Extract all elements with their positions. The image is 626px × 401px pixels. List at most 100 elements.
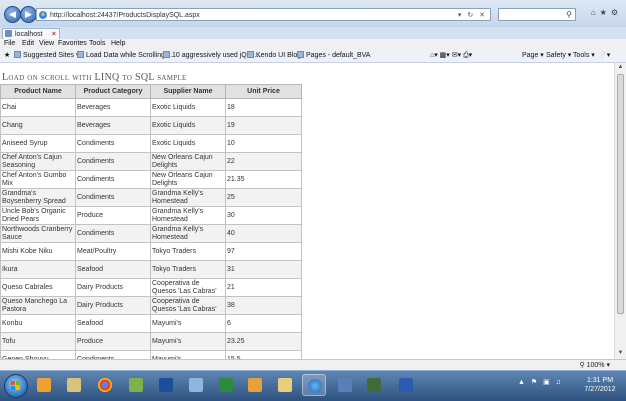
paint-icon[interactable] [62, 374, 86, 396]
cell-product-category: Dairy Products [75, 296, 151, 315]
menu-file[interactable]: File [4, 39, 15, 49]
visual-studio-icon[interactable] [154, 374, 178, 396]
cell-product-name: Chai [0, 98, 76, 117]
page-icon [5, 30, 12, 37]
scroll-up-icon[interactable]: ▲ [617, 64, 624, 72]
cell-unit-price: 31 [225, 260, 302, 279]
table-row: Tofu Produce Mayumi's 23.25 [0, 332, 302, 351]
menu-view[interactable]: View [39, 39, 54, 49]
table-row: Chef Anton's Gumbo Mix Condiments New Orle… [0, 170, 302, 189]
remote-desktop-icon[interactable] [333, 374, 357, 396]
word-icon[interactable] [394, 374, 418, 396]
table-body: Chai Beverages Exotic Liquids 18 Chang Bevera… [0, 98, 302, 359]
cell-product-category: Condiments [75, 152, 151, 171]
fav-label: Kendo UI Blog [256, 52, 302, 59]
cell-supplier-name: Cooperativa de Quesos 'Las Cabras' [150, 278, 226, 297]
cell-product-name: Queso Manchego La Pastora [0, 296, 76, 315]
fav-load-data[interactable]: Load Data while Scrolling ... [77, 49, 173, 62]
fav-kendo[interactable]: Kendo UI Blog [247, 49, 301, 62]
menu-tools[interactable]: Tools [89, 39, 105, 49]
menu-edit[interactable]: Edit [22, 39, 34, 49]
table-row: Northwoods Cranberry Sauce Condiments Gran… [0, 224, 302, 243]
chrome-icon[interactable] [93, 374, 117, 396]
cell-supplier-name: Tokyo Traders [150, 260, 226, 279]
cell-product-category: Condiments [75, 188, 151, 207]
cell-product-category: Seafood [75, 260, 151, 279]
cell-unit-price: 18 [225, 98, 302, 117]
system-tray-icons[interactable]: ▲ ⚑ ▣ ♫ [518, 378, 563, 386]
site-icon [297, 51, 304, 58]
cell-product-category: Seafood [75, 314, 151, 333]
address-bar[interactable]: e http://localhost:24437/ProductsDisplay… [36, 8, 491, 21]
start-button[interactable] [4, 374, 28, 398]
cell-unit-price: 23.25 [225, 332, 302, 351]
scroll-thumb[interactable] [617, 74, 624, 314]
safety-menu[interactable]: Safety ▾ [546, 49, 571, 62]
cell-product-category: Beverages [75, 98, 151, 117]
cell-product-name: Chef Anton's Gumbo Mix [0, 170, 76, 189]
favorites-star-icon[interactable]: ★ [4, 49, 10, 62]
cell-unit-price: 97 [225, 242, 302, 261]
fav-label: Pages - default_BVA [306, 52, 371, 59]
tools-menu[interactable]: Tools ▾ [573, 49, 595, 62]
help-icon[interactable]: ❔▾ [598, 49, 610, 62]
cell-product-category: Dairy Products [75, 278, 151, 297]
cell-supplier-name: Mayumi's [150, 332, 226, 351]
terminal-icon[interactable] [362, 374, 386, 396]
forward-button[interactable]: ▶ [20, 6, 37, 23]
cell-unit-price: 19 [225, 116, 302, 135]
page-menu[interactable]: Page ▾ [522, 49, 544, 62]
cell-unit-price: 38 [225, 296, 302, 315]
cell-product-name: Chef Anton's Cajun Seasoning [0, 152, 76, 171]
scroll-down-icon[interactable]: ▼ [617, 350, 624, 358]
site-icon [77, 51, 84, 58]
favorites-bar: ★ Suggested Sites ▾ Load Data while Scro… [0, 49, 626, 63]
cell-unit-price: 15.5 [225, 350, 302, 359]
cell-product-name: Mishi Kobe Niku [0, 242, 76, 261]
site-icon [163, 51, 170, 58]
fav-jquery[interactable]: 10 aggressively used jQue... [163, 49, 260, 62]
outlook-icon[interactable] [243, 374, 267, 396]
tab-label: localhost [15, 31, 43, 38]
table-row: Aniseed Syrup Condiments Exotic Liquids 10 [0, 134, 302, 153]
col-supplier-name: Supplier Name [150, 84, 226, 99]
fav-suggested-sites[interactable]: Suggested Sites ▾ [14, 49, 79, 62]
explorer-icon[interactable] [273, 374, 297, 396]
table-row: Chef Anton's Cajun Seasoning Condiments Ne… [0, 152, 302, 171]
search-icon[interactable]: ⚲ [566, 9, 572, 21]
fav-pages-default[interactable]: Pages - default_BVA [297, 49, 370, 62]
cell-unit-price: 6 [225, 314, 302, 333]
site-icon [14, 51, 21, 58]
media-player-icon[interactable] [32, 374, 56, 396]
table-row: Ikura Seafood Tokyo Traders 31 [0, 260, 302, 279]
excel-icon[interactable] [214, 374, 238, 396]
cell-product-category: Condiments [75, 350, 151, 359]
home-icon[interactable]: ⌂▾ ▩▾ ✉▾ ⎙▾ [430, 49, 472, 62]
refresh-stop-icons[interactable]: ▾ ↻ ✕ [458, 9, 487, 22]
table-row: Grandma's Boysenberry Spread Condiments Gr… [0, 188, 302, 207]
cell-product-category: Condiments [75, 224, 151, 243]
col-product-category: Product Category [75, 84, 151, 99]
cell-product-category: Meat/Poultry [75, 242, 151, 261]
paint-app-icon[interactable] [124, 374, 148, 396]
cell-unit-price: 10 [225, 134, 302, 153]
internet-explorer-icon[interactable] [302, 374, 326, 396]
clock[interactable]: 1:31 PM 7/27/2012 [578, 376, 622, 394]
windows-taskbar: ▲ ⚑ ▣ ♫ 1:31 PM 7/27/2012 [0, 370, 626, 401]
menu-help[interactable]: Help [111, 39, 125, 49]
cell-product-category: Condiments [75, 170, 151, 189]
menu-favorites[interactable]: Favorites [58, 39, 87, 49]
toolbar-icons[interactable]: ⌂★⚙ [591, 8, 622, 17]
windows-logo-icon [11, 381, 15, 385]
back-button[interactable]: ◀ [4, 6, 21, 23]
cell-product-name: Tofu [0, 332, 76, 351]
cell-supplier-name: Mayumi's [150, 350, 226, 359]
page-title: Load on scroll with LINQ to SQL sample [2, 72, 187, 83]
fav-label: Suggested Sites ▾ [23, 52, 80, 59]
cell-supplier-name: Grandma Kelly's Homestead [150, 188, 226, 207]
vertical-scrollbar[interactable]: ▲ ▼ [614, 63, 626, 359]
clock-time: 1:31 PM [586, 377, 614, 384]
tab-localhost[interactable]: localhost × [2, 28, 60, 39]
search-box[interactable]: ⚲ [498, 8, 576, 21]
notepad-icon[interactable] [184, 374, 208, 396]
